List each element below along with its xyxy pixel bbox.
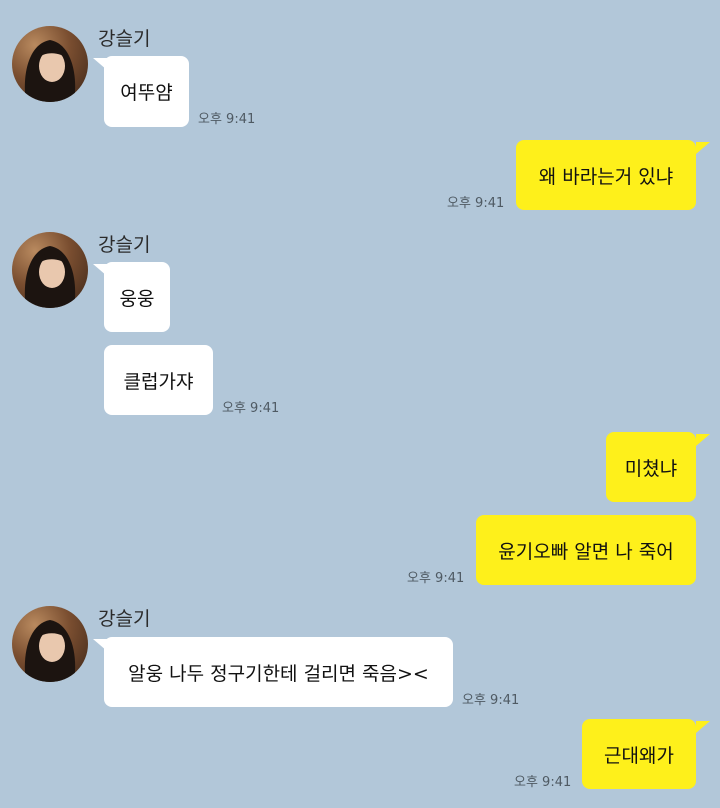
profile-photo-icon [24, 40, 76, 102]
message-text: 윤기오빠 알면 나 죽어 [498, 540, 674, 563]
contact-avatar[interactable] [12, 232, 88, 308]
message-bubble-outgoing[interactable]: 근대왜가 [582, 719, 696, 789]
contact-avatar[interactable] [12, 606, 88, 682]
message-bubble-incoming[interactable]: 웅웅 [104, 262, 170, 332]
message-time: 오후 9:41 [222, 401, 280, 416]
bubble-tail [696, 721, 710, 733]
message-text: 클럽가쟈 [123, 370, 194, 393]
message-bubble-outgoing[interactable]: 윤기오빠 알면 나 죽어 [476, 515, 696, 585]
profile-photo-icon [24, 246, 76, 308]
message-time: 오후 9:41 [447, 196, 505, 211]
message-time: 오후 9:41 [514, 775, 572, 790]
message-time: 오후 9:41 [462, 693, 520, 708]
message-time: 오후 9:41 [407, 571, 465, 586]
message-bubble-incoming[interactable]: 알웅 나두 정구기한테 걸리면 죽음>< [104, 637, 453, 707]
message-bubble-incoming[interactable]: 클럽가쟈 [104, 345, 213, 415]
contact-name: 강슬기 [98, 234, 151, 256]
profile-photo-icon [24, 620, 76, 682]
bubble-tail [696, 142, 710, 154]
contact-name: 강슬기 [98, 28, 151, 50]
message-text: 웅웅 [119, 287, 155, 310]
message-text: 근대왜가 [604, 744, 674, 767]
contact-avatar[interactable] [12, 26, 88, 102]
message-bubble-outgoing[interactable]: 미쳤냐 [606, 432, 696, 502]
message-text: 여뚜얌 [120, 82, 173, 104]
contact-name: 강슬기 [98, 608, 151, 630]
message-bubble-incoming[interactable]: 여뚜얌 [104, 56, 189, 127]
bubble-tail [696, 434, 710, 446]
message-text: 왜 바라는거 있냐 [538, 165, 674, 188]
message-text: 알웅 나두 정구기한테 걸리면 죽음>< [128, 662, 429, 685]
message-text: 미쳤냐 [624, 457, 678, 480]
message-time: 오후 9:41 [198, 112, 256, 127]
message-bubble-outgoing[interactable]: 왜 바라는거 있냐 [516, 140, 696, 210]
